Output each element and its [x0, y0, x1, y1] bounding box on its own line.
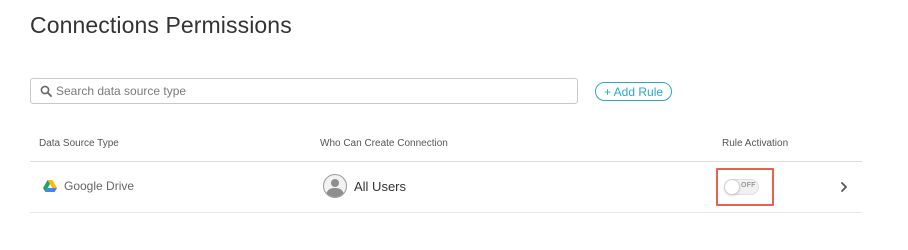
toggle-knob [724, 179, 740, 195]
page-title: Connections Permissions [30, 12, 292, 38]
rule-activation-toggle[interactable]: OFF [724, 179, 759, 195]
who-can-create-cell: All Users [323, 174, 406, 198]
search-box[interactable] [30, 78, 578, 104]
search-icon [39, 84, 53, 98]
search-input[interactable] [56, 84, 556, 98]
who-can-create-value: All Users [354, 178, 407, 194]
column-header-data-source-type: Data Source Type [39, 138, 119, 149]
user-avatar-icon [323, 174, 347, 198]
add-rule-button[interactable]: + Add Rule [595, 82, 673, 101]
column-header-who-can-create: Who Can Create Connection [320, 138, 448, 149]
table-row[interactable]: Google Drive All Users OFF [30, 162, 862, 213]
chevron-right-icon[interactable] [839, 180, 849, 192]
table-header: Data Source Type Who Can Create Connecti… [30, 128, 862, 162]
google-drive-icon [43, 180, 57, 192]
data-source-name: Google Drive [64, 179, 135, 193]
toggle-state-label: OFF [741, 182, 756, 189]
column-header-rule-activation: Rule Activation [722, 138, 789, 149]
data-source-cell: Google Drive [43, 179, 134, 193]
